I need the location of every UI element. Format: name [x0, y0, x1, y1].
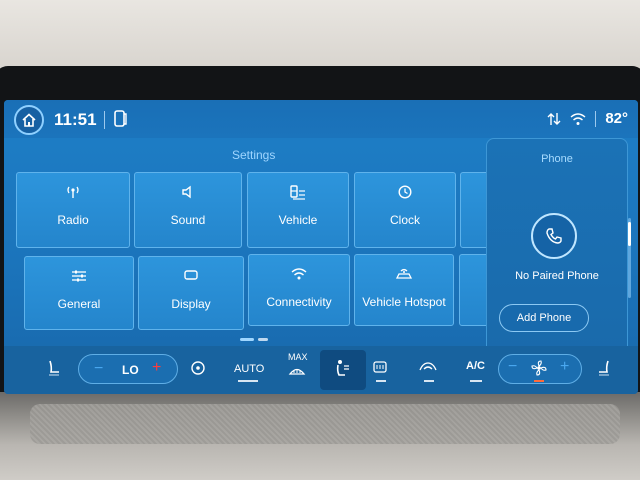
- page-indicator[interactable]: [258, 338, 268, 341]
- auto-indicator: [238, 380, 258, 382]
- hotspot-icon: [395, 268, 413, 279]
- phone-status-icon[interactable]: [114, 110, 128, 133]
- phone-panel: Phone No Paired Phone Add Phone: [486, 138, 628, 358]
- recirculation-icon[interactable]: [418, 360, 438, 374]
- status-bar: [4, 100, 638, 138]
- page-indicator-active: [240, 338, 254, 341]
- home-button[interactable]: [14, 105, 44, 135]
- tile-vehicle[interactable]: Vehicle: [247, 172, 349, 248]
- driver-temp-minus[interactable]: −: [94, 360, 103, 378]
- rear-defrost-icon[interactable]: [372, 360, 388, 376]
- passenger-seat-heat-icon[interactable]: [596, 359, 612, 377]
- climate-bar: − LO + AUTO MAX A/C − +: [4, 346, 638, 394]
- data-transfer-icon: [547, 112, 561, 125]
- wifi-signal-icon: [570, 112, 586, 125]
- max-defrost-label: MAX: [288, 352, 308, 362]
- home-icon: [22, 113, 36, 127]
- phone-icon: [546, 228, 562, 244]
- no-paired-phone-text: No Paired Phone: [515, 270, 599, 282]
- dashboard-fabric: [30, 404, 620, 444]
- status-divider: [104, 111, 105, 129]
- tile-display[interactable]: Display: [138, 256, 244, 330]
- tile-label: Vehicle: [278, 213, 318, 227]
- driver-seat-heat-icon[interactable]: [46, 359, 62, 377]
- steering-heat-icon[interactable]: [190, 360, 206, 376]
- wifi-icon: [291, 268, 307, 280]
- tile-sound[interactable]: Sound: [134, 172, 242, 248]
- infotainment-screen: 11:51 82° Settings Radio Sound Vehicle C…: [4, 100, 638, 394]
- auto-climate-button[interactable]: AUTO: [234, 363, 264, 375]
- airflow-mode-icon[interactable]: [330, 358, 352, 380]
- outside-temperature: 82°: [605, 110, 628, 127]
- driver-temp-plus[interactable]: +: [152, 359, 161, 377]
- tile-label: Vehicle Hotspot: [362, 295, 446, 309]
- tile-label: Radio: [57, 213, 89, 227]
- fan-speed-plus[interactable]: +: [560, 358, 569, 376]
- display-icon: [184, 270, 198, 280]
- ac-button[interactable]: A/C: [466, 360, 485, 372]
- clock-icon: [398, 185, 412, 199]
- scrollbar-thumb[interactable]: [628, 222, 631, 246]
- status-right-group: 82°: [547, 110, 628, 127]
- tile-radio[interactable]: Radio: [16, 172, 130, 248]
- fan-icon: [531, 360, 547, 376]
- tile-partial[interactable]: [459, 254, 489, 326]
- phone-panel-title: Phone: [541, 153, 573, 165]
- tile-connectivity[interactable]: Connectivity: [248, 254, 350, 326]
- max-defrost-icon[interactable]: [288, 364, 306, 378]
- sliders-icon: [72, 270, 86, 282]
- settings-title: Settings: [232, 148, 276, 162]
- vehicle-settings-icon: [290, 185, 305, 200]
- driver-temp-value: LO: [122, 363, 139, 377]
- radio-antenna-icon: [67, 186, 79, 198]
- fan-speed-minus[interactable]: −: [508, 358, 517, 376]
- phone-button[interactable]: [531, 213, 577, 259]
- recirculation-indicator: [424, 380, 434, 382]
- tile-label: Sound: [170, 213, 206, 227]
- fan-speed-indicator: [534, 380, 544, 382]
- tile-general[interactable]: General: [24, 256, 134, 330]
- tile-clock[interactable]: Clock: [354, 172, 456, 248]
- status-divider: [595, 110, 597, 127]
- status-clock: 11:51: [54, 110, 97, 129]
- rear-defrost-indicator: [376, 380, 386, 382]
- speaker-icon: [182, 185, 191, 199]
- tile-vehicle-hotspot[interactable]: Vehicle Hotspot: [354, 254, 454, 326]
- add-phone-button[interactable]: Add Phone: [499, 304, 589, 332]
- tile-label: Display: [171, 297, 211, 311]
- tile-label: Clock: [389, 213, 420, 227]
- tile-label: Connectivity: [266, 295, 332, 309]
- tile-label: General: [57, 297, 101, 311]
- ac-indicator: [470, 380, 482, 382]
